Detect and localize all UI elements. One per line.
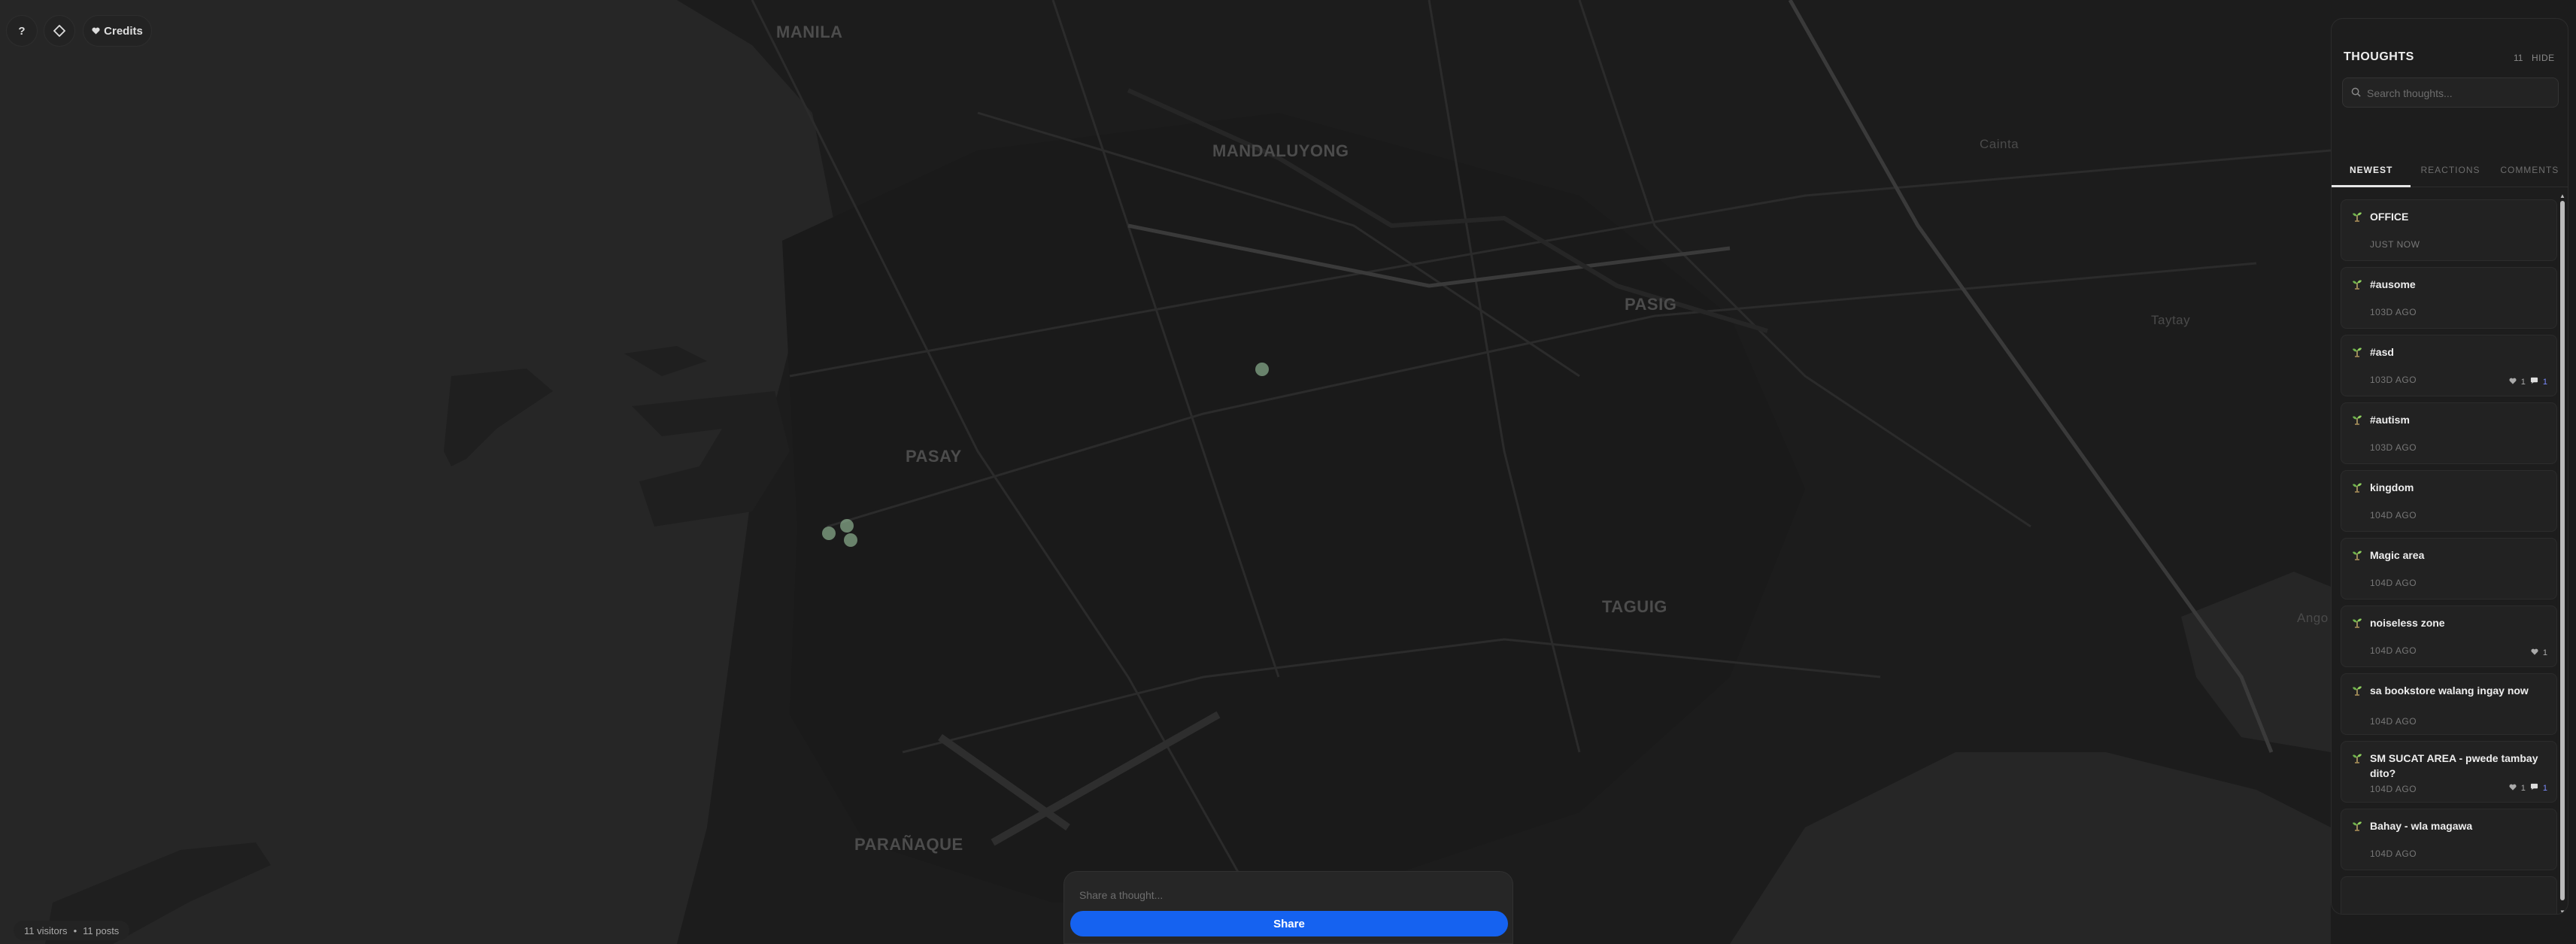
seedling-icon	[2351, 751, 2363, 767]
heart-icon	[92, 27, 100, 35]
thought-time: 104D AGO	[2370, 510, 2417, 521]
thought-time: 103D AGO	[2370, 307, 2417, 317]
seedling-icon	[2351, 684, 2363, 700]
thought-title: #autism	[2370, 414, 2410, 426]
thoughts-panel: THOUGHTS 11 HIDE NEWEST REACTIONS COMMEN…	[2331, 18, 2568, 915]
comment-count: 1	[2542, 377, 2547, 387]
post-count: 11 posts	[83, 924, 120, 936]
thought-card[interactable]: #ausome 103D AGO	[2341, 267, 2557, 329]
comment-icon[interactable]	[2530, 377, 2538, 387]
thought-title: noiseless zone	[2370, 617, 2445, 629]
reaction-summary: 11	[2509, 783, 2547, 793]
search-box	[2342, 77, 2559, 108]
seedling-icon	[2351, 819, 2363, 835]
thought-title: #asd	[2370, 346, 2394, 358]
thought-time: JUST NOW	[2370, 239, 2420, 250]
stats-separator: •	[73, 924, 77, 936]
thought-time: 103D AGO	[2370, 442, 2417, 453]
scrollbar[interactable]: ▲ ▼	[2559, 193, 2565, 915]
thought-card[interactable]: SM SUCAT AREA - pwede tambay dito? 104D A…	[2341, 741, 2557, 803]
locate-button[interactable]	[44, 15, 75, 47]
seedling-icon	[2351, 413, 2363, 429]
help-label: ?	[18, 24, 26, 38]
thought-title: Bahay - wla magawa	[2370, 820, 2473, 832]
scroll-up-icon[interactable]: ▲	[2559, 193, 2565, 199]
credits-label: Credits	[104, 24, 143, 38]
heart-icon[interactable]	[2509, 378, 2517, 387]
seedling-icon	[2351, 548, 2363, 564]
search-input[interactable]	[2367, 85, 2552, 102]
thought-time: 104D AGO	[2370, 784, 2417, 794]
map-pin[interactable]	[822, 527, 836, 540]
reaction-summary: 11	[2509, 377, 2547, 387]
thought-card[interactable]: Bahay - wla magawa 104D AGO	[2341, 809, 2557, 870]
share-button[interactable]: Share	[1070, 911, 1508, 936]
thought-time: 104D AGO	[2370, 716, 2417, 727]
thought-card[interactable]	[2341, 876, 2557, 914]
thought-title: Magic area	[2370, 549, 2425, 561]
thought-title: SM SUCAT AREA - pwede tambay dito?	[2370, 752, 2538, 779]
sort-tabs: NEWEST REACTIONS COMMENTS	[2332, 153, 2568, 187]
seedling-icon	[2351, 345, 2363, 361]
map-label-cainta: Cainta	[1980, 137, 2019, 151]
heart-icon[interactable]	[2531, 648, 2538, 657]
map-label-taytay: Taytay	[2151, 313, 2191, 327]
search-icon	[2351, 87, 2361, 97]
map-label-pasay: PASAY	[906, 447, 962, 466]
thought-title: #ausome	[2370, 278, 2416, 290]
heart-icon[interactable]	[2509, 784, 2517, 793]
scroll-thumb[interactable]	[2560, 201, 2565, 900]
thought-input[interactable]	[1079, 882, 1485, 908]
thought-card[interactable]: #autism 103D AGO	[2341, 402, 2557, 464]
map-label-manila: MANILA	[776, 23, 843, 41]
app-root: MANILA MANDALUYONG PASIG PASAY TAGUIG PA…	[0, 0, 2576, 944]
help-button[interactable]: ?	[6, 15, 38, 47]
thought-card[interactable]: OFFICE JUST NOW	[2341, 199, 2557, 261]
thought-card[interactable]: kingdom 104D AGO	[2341, 470, 2557, 532]
thought-card[interactable]: #asd 103D AGO 1 1	[2341, 335, 2557, 396]
thought-card[interactable]: Magic area 104D AGO	[2341, 538, 2557, 599]
comment-icon[interactable]	[2530, 783, 2538, 793]
thought-title: OFFICE	[2370, 211, 2409, 223]
map-label-pasig: PASIG	[1625, 295, 1677, 314]
thought-title: kingdom	[2370, 481, 2414, 493]
thought-title: sa bookstore walang ingay now	[2370, 684, 2529, 697]
thought-list: OFFICE JUST NOW #ausome 103D AGO #asd 103D AG…	[2341, 199, 2557, 914]
tab-reactions[interactable]: REACTIONS	[2411, 153, 2490, 187]
seedling-icon	[2351, 616, 2363, 632]
seedling-icon	[2351, 278, 2363, 293]
thought-composer: Share	[1063, 871, 1513, 944]
map-label-mandaluyong: MANDALUYONG	[1212, 141, 1349, 160]
thought-time: 104D AGO	[2370, 578, 2417, 588]
thought-time: 104D AGO	[2370, 848, 2417, 859]
credits-button[interactable]: Credits	[83, 15, 152, 47]
map-pin[interactable]	[1255, 363, 1269, 376]
reaction-summary: 1	[2531, 648, 2547, 657]
map-label-taguig: TAGUIG	[1602, 597, 1667, 616]
seedling-icon	[2351, 210, 2363, 226]
tab-newest[interactable]: NEWEST	[2332, 153, 2411, 187]
hide-button[interactable]: HIDE	[2532, 53, 2555, 63]
map-pin[interactable]	[844, 533, 857, 547]
map-label-angono: Ango	[2297, 611, 2329, 625]
map-label-paranaque: PARAÑAQUE	[854, 835, 963, 854]
thought-time: 104D AGO	[2370, 645, 2417, 656]
diamond-locate-icon	[53, 25, 65, 37]
heart-count: 1	[2520, 783, 2526, 793]
heart-count: 1	[2542, 648, 2547, 657]
visitor-count: 11 visitors	[24, 924, 68, 936]
thought-time: 103D AGO	[2370, 375, 2417, 385]
panel-title: THOUGHTS	[2344, 50, 2414, 63]
seedling-icon	[2351, 481, 2363, 496]
comment-count: 1	[2542, 783, 2547, 793]
heart-count: 1	[2520, 377, 2526, 387]
scroll-down-icon[interactable]: ▼	[2559, 909, 2565, 915]
map-pin[interactable]	[840, 519, 854, 533]
tab-comments[interactable]: COMMENTS	[2490, 153, 2568, 187]
thought-count: 11	[2514, 53, 2523, 63]
thought-card[interactable]: noiseless zone 104D AGO 1	[2341, 606, 2557, 667]
visitor-stats: 11 visitors • 11 posts	[14, 921, 130, 940]
thought-card[interactable]: sa bookstore walang ingay now 104D AGO	[2341, 673, 2557, 735]
